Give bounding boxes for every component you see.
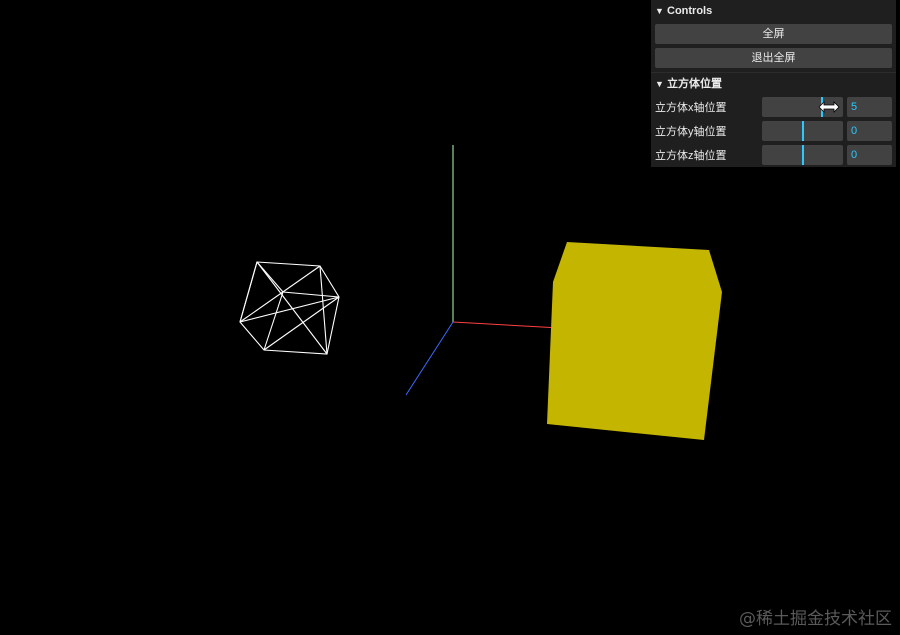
fullscreen-button[interactable]: 全屏	[655, 24, 892, 44]
exit-fullscreen-button[interactable]: 退出全屏	[655, 48, 892, 68]
control-row-y: 立方体y轴位置	[651, 119, 896, 143]
control-row-z: 立方体z轴位置	[651, 143, 896, 167]
axis-z-line	[405, 321, 454, 396]
value-input-y[interactable]	[847, 121, 892, 141]
slider-x[interactable]	[762, 97, 843, 117]
cube-position-folder: ▼ 立方体位置 立方体x轴位置 立方体y轴位置 立方体z轴位置	[651, 72, 896, 167]
control-label-x: 立方体x轴位置	[655, 102, 727, 114]
controls-panel: ▼ Controls 全屏 退出全屏 ▼ 立方体位置 立方体x轴位置 立方体y轴…	[651, 0, 896, 167]
control-label-z: 立方体z轴位置	[655, 150, 727, 162]
watermark: @稀土掘金技术社区	[739, 609, 892, 629]
folder-header[interactable]: ▼ 立方体位置	[651, 73, 896, 95]
control-row-x: 立方体x轴位置	[651, 95, 896, 119]
chevron-down-icon: ▼	[655, 6, 664, 16]
axis-x-line	[452, 321, 561, 329]
horizontal-resize-cursor-icon	[818, 101, 840, 113]
slider-handle-z[interactable]	[802, 145, 804, 165]
control-label-y: 立方体y轴位置	[655, 126, 727, 138]
controls-title: Controls	[667, 5, 713, 17]
value-input-x[interactable]	[847, 97, 892, 117]
folder-title: 立方体位置	[667, 78, 722, 90]
yellow-cube	[547, 242, 722, 440]
slider-handle-y[interactable]	[802, 121, 804, 141]
wireframe-cube	[239, 261, 340, 355]
controls-header[interactable]: ▼ Controls	[651, 0, 896, 22]
slider-y[interactable]	[762, 121, 843, 141]
chevron-down-icon: ▼	[655, 79, 664, 89]
slider-z[interactable]	[762, 145, 843, 165]
value-input-z[interactable]	[847, 145, 892, 165]
